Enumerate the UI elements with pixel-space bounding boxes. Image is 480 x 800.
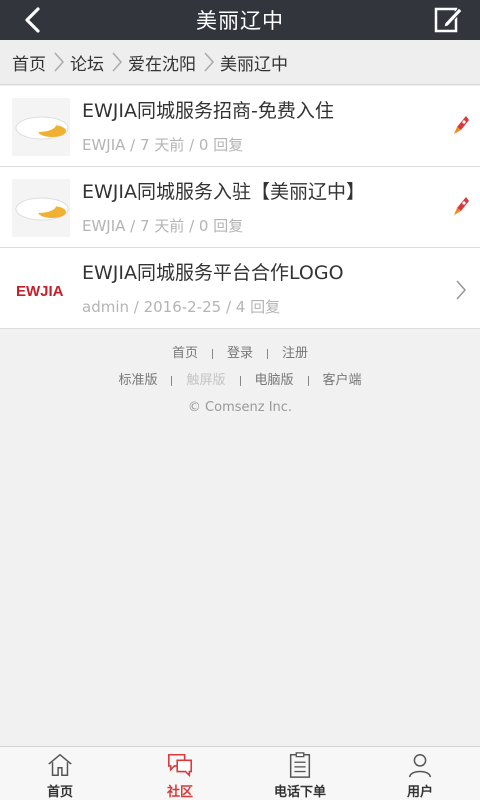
thread-row[interactable]: EWJIA同城服务招商-免费入住 EWJIA / 7 天前 / 0 回复 <box>0 86 480 167</box>
footer-link-register[interactable]: 注册 <box>282 344 308 364</box>
breadcrumb-item-home[interactable]: 首页 <box>12 50 46 75</box>
chevron-right-icon <box>112 52 123 72</box>
thumb-logo-text: EWJIA <box>16 283 64 300</box>
tab-label: 社区 <box>166 785 193 800</box>
thread-list: EWJIA同城服务招商-免费入住 EWJIA / 7 天前 / 0 回复 EWJ… <box>0 86 480 329</box>
footer-link-touch: 触屏版 <box>186 373 226 388</box>
thread-row[interactable]: EWJIA同城服务入驻【美丽辽中】 EWJIA / 7 天前 / 0 回复 <box>0 167 480 248</box>
thread-title[interactable]: EWJIA同城服务入驻【美丽辽中】 <box>82 177 365 204</box>
footer-link-login[interactable]: 登录 <box>227 344 253 364</box>
clipboard-icon <box>289 752 311 778</box>
chevron-right-icon <box>54 52 65 72</box>
home-icon <box>48 753 72 777</box>
breadcrumb-item-current[interactable]: 美丽辽中 <box>220 50 288 75</box>
thread-row[interactable]: EWJIA EWJIA同城服务平台合作LOGO admin / 2016-2-2… <box>0 248 480 329</box>
thread-thumbnail <box>12 98 70 156</box>
bottom-tab-bar: 首页 社区 电话下单 用户 <box>0 746 480 800</box>
thread-title[interactable]: EWJIA同城服务平台合作LOGO <box>82 258 344 285</box>
breadcrumb-item-category[interactable]: 爱在沈阳 <box>128 50 196 75</box>
tab-community[interactable]: 社区 <box>120 747 240 800</box>
compose-icon[interactable] <box>432 3 464 35</box>
footer-links-primary: 首页 登录 注册 <box>0 344 480 371</box>
footer-link-client[interactable]: 客户端 <box>323 371 362 391</box>
tab-user[interactable]: 用户 <box>360 747 480 800</box>
tab-label: 电话下单 <box>273 785 326 800</box>
thread-meta: admin / 2016-2-25 / 4 回复 <box>82 298 281 316</box>
thread-thumbnail <box>12 179 70 237</box>
chevron-right-icon <box>456 280 467 300</box>
thread-meta: EWJIA / 7 天前 / 0 回复 <box>82 217 244 235</box>
tab-phone-order[interactable]: 电话下单 <box>240 747 360 800</box>
hot-rocket-icon <box>454 116 469 134</box>
breadcrumb-item-forum[interactable]: 论坛 <box>70 50 104 75</box>
footer-link-standard[interactable]: 标准版 <box>118 371 157 391</box>
hot-rocket-icon <box>454 197 469 215</box>
footer-links-versions: 标准版 触屏版 电脑版 客户端 <box>0 371 480 398</box>
tab-label: 首页 <box>46 785 73 800</box>
page-title: 美丽辽中 <box>196 9 284 33</box>
tab-home[interactable]: 首页 <box>0 747 120 800</box>
thread-meta: EWJIA / 7 天前 / 0 回复 <box>82 136 244 154</box>
footer: 首页 登录 注册 标准版 触屏版 电脑版 客户端 © Comsenz Inc. <box>0 344 480 425</box>
top-bar: 美丽辽中 <box>0 0 480 40</box>
breadcrumb: 首页 论坛 爱在沈阳 美丽辽中 <box>0 40 480 85</box>
thread-thumbnail: EWJIA <box>12 260 70 318</box>
chat-bubbles-icon <box>168 753 192 778</box>
thread-title[interactable]: EWJIA同城服务招商-免费入住 <box>82 96 334 123</box>
tab-label: 用户 <box>406 785 433 800</box>
back-arrow-icon[interactable] <box>18 4 50 36</box>
copyright: © Comsenz Inc. <box>187 400 293 415</box>
user-icon <box>408 753 432 778</box>
footer-link-desktop[interactable]: 电脑版 <box>255 371 294 391</box>
footer-link-home[interactable]: 首页 <box>172 344 198 364</box>
chevron-right-icon <box>204 52 215 72</box>
